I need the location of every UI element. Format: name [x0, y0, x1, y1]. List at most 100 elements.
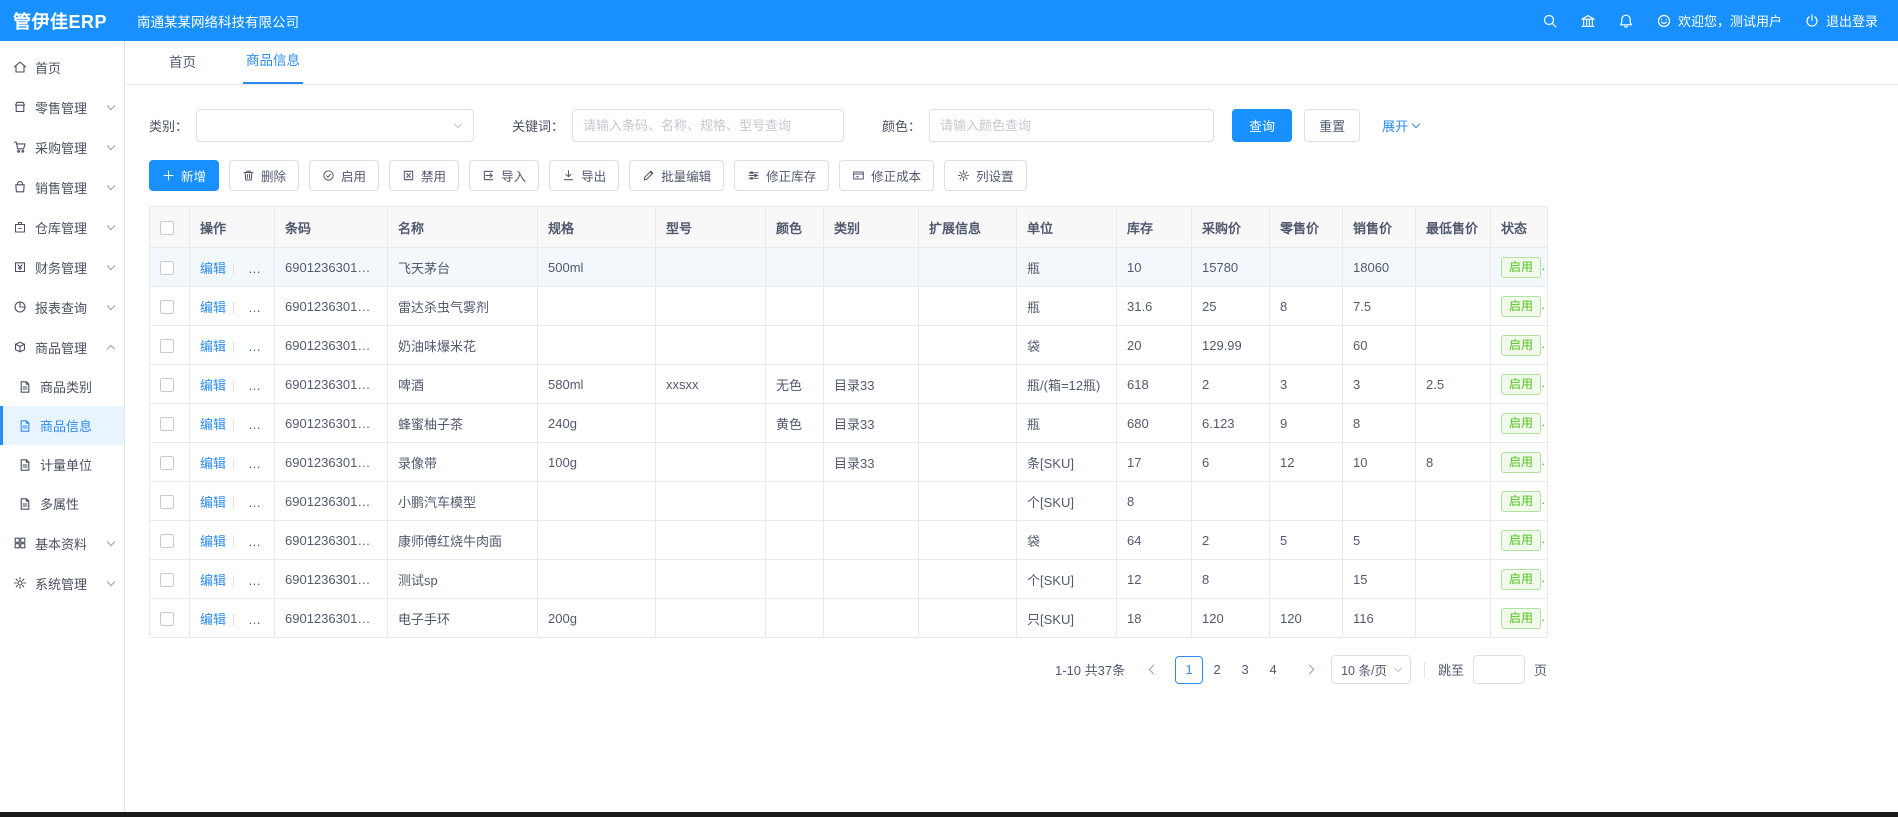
sidebar-item-goods-category[interactable]: 商品类别 [0, 367, 124, 406]
import-button[interactable]: 导入 [469, 160, 539, 191]
cell-stock: 10 [1117, 248, 1192, 287]
sidebar-item-multi-attr[interactable]: 多属性 [0, 484, 124, 523]
edit-link[interactable]: 编辑 [200, 573, 226, 588]
table-row: 编辑删除6901236301338啤酒580mlxxsxx无色目录33瓶/(箱=… [150, 365, 1548, 404]
disable-button[interactable]: 禁用 [389, 160, 459, 191]
toolbar-button-label: 导出 [581, 166, 606, 185]
trash-icon [242, 169, 255, 182]
row-checkbox[interactable] [160, 339, 174, 353]
row-checkbox[interactable] [160, 534, 174, 548]
row-checkbox[interactable] [160, 261, 174, 275]
row-checkbox[interactable] [160, 378, 174, 392]
column-settings-button[interactable]: 列设置 [944, 160, 1027, 191]
edit-link[interactable]: 编辑 [200, 534, 226, 549]
column-header: 规格 [538, 207, 656, 248]
bank-icon[interactable] [1580, 13, 1596, 29]
jump-page-input[interactable] [1473, 655, 1525, 684]
edit-link[interactable]: 编辑 [200, 261, 226, 276]
edit-link[interactable]: 编辑 [200, 339, 226, 354]
edit-link[interactable]: 编辑 [200, 417, 226, 432]
edit-link[interactable]: 编辑 [200, 495, 226, 510]
keyword-label: 关键词： [512, 116, 564, 135]
sidebar-item-system[interactable]: 系统管理 [0, 563, 124, 603]
cell-name: 测试sp [388, 560, 538, 599]
cell-stock: 20 [1117, 326, 1192, 365]
user-menu[interactable]: 欢迎您，测试用户 [1656, 11, 1782, 30]
cell-unit: 瓶 [1017, 404, 1117, 443]
cell-color [766, 287, 824, 326]
prev-page-button[interactable] [1140, 656, 1166, 684]
row-checkbox[interactable] [160, 417, 174, 431]
status-badge: 启用 [1501, 257, 1541, 278]
cell-ext [919, 287, 1017, 326]
sidebar-item-goods-info[interactable]: 商品信息 [0, 406, 124, 445]
cell-unit: 个[SKU] [1017, 482, 1117, 521]
category-select[interactable] [196, 109, 474, 142]
toolbar-button-label: 批量编辑 [661, 166, 711, 185]
sidebar-item-warehouse[interactable]: 仓库管理 [0, 207, 124, 247]
chevron-down-icon [107, 141, 115, 149]
bell-icon[interactable] [1618, 13, 1634, 29]
row-checkbox-cell [150, 443, 190, 482]
toolbar-button-label: 列设置 [976, 166, 1014, 185]
logout-button[interactable]: 退出登录 [1804, 11, 1878, 30]
edit-link[interactable]: 编辑 [200, 456, 226, 471]
page-button-1[interactable]: 1 [1175, 656, 1203, 684]
toolbar-button-label: 修正成本 [871, 166, 921, 185]
fix-stock-button[interactable]: 修正库存 [734, 160, 829, 191]
next-page-button[interactable] [1296, 656, 1322, 684]
sidebar-item-label: 系统管理 [35, 574, 100, 593]
expand-link[interactable]: 展开 [1382, 116, 1419, 135]
sidebar-item-purchase[interactable]: 采购管理 [0, 127, 124, 167]
search-button[interactable]: 查询 [1232, 109, 1292, 142]
row-checkbox-cell [150, 326, 190, 365]
sidebar-item-report[interactable]: 报表查询 [0, 287, 124, 327]
page-size-select[interactable]: 10 条/页 [1331, 655, 1411, 684]
cell-ext [919, 599, 1017, 638]
sidebar-item-measure-unit[interactable]: 计量单位 [0, 445, 124, 484]
select-all-checkbox[interactable] [160, 221, 174, 235]
cell-sale: 7.5 [1343, 287, 1416, 326]
page-button-4[interactable]: 4 [1259, 656, 1287, 684]
tab-home[interactable]: 首页 [166, 51, 199, 84]
fix-cost-button[interactable]: 修正成本 [839, 160, 934, 191]
edit-link[interactable]: 编辑 [200, 612, 226, 627]
table-row: 编辑删除6901236301341雷达杀虫气雾剂瓶31.62587.5启用 [150, 287, 1548, 326]
toolbar-button-label: 启用 [341, 166, 366, 185]
page-button-3[interactable]: 3 [1231, 656, 1259, 684]
row-checkbox[interactable] [160, 300, 174, 314]
cell-retail: 120 [1270, 599, 1343, 638]
row-checkbox[interactable] [160, 612, 174, 626]
export-button[interactable]: 导出 [549, 160, 619, 191]
row-actions-cell: 编辑删除 [190, 443, 275, 482]
page-button-2[interactable]: 2 [1203, 656, 1231, 684]
sidebar-item-goods[interactable]: 商品管理 [0, 327, 124, 367]
cell-purchase: 25 [1192, 287, 1270, 326]
cell-retail: 5 [1270, 521, 1343, 560]
tab-goods-info[interactable]: 商品信息 [243, 49, 303, 84]
cell-stock: 618 [1117, 365, 1192, 404]
expand-label: 展开 [1382, 116, 1408, 135]
cell-unit: 袋 [1017, 521, 1117, 560]
cell-stock: 31.6 [1117, 287, 1192, 326]
add-button[interactable]: 新增 [149, 160, 219, 191]
row-checkbox[interactable] [160, 573, 174, 587]
edit-link[interactable]: 编辑 [200, 378, 226, 393]
reset-button[interactable]: 重置 [1304, 109, 1360, 142]
category-label: 类别： [149, 116, 188, 135]
delete-button[interactable]: 删除 [229, 160, 299, 191]
sidebar-subitem-label: 商品信息 [40, 416, 114, 435]
keyword-input[interactable] [572, 109, 844, 142]
search-icon[interactable] [1542, 13, 1558, 29]
color-input[interactable] [929, 109, 1214, 142]
sidebar-item-basic[interactable]: 基本资料 [0, 523, 124, 563]
sidebar-item-retail[interactable]: 零售管理 [0, 87, 124, 127]
sidebar-item-finance[interactable]: 财务管理 [0, 247, 124, 287]
row-checkbox[interactable] [160, 495, 174, 509]
row-checkbox[interactable] [160, 456, 174, 470]
sidebar-item-home[interactable]: 首页 [0, 47, 124, 87]
enable-button[interactable]: 启用 [309, 160, 379, 191]
sidebar-item-sales[interactable]: 销售管理 [0, 167, 124, 207]
batch-edit-button[interactable]: 批量编辑 [629, 160, 724, 191]
edit-link[interactable]: 编辑 [200, 300, 226, 315]
